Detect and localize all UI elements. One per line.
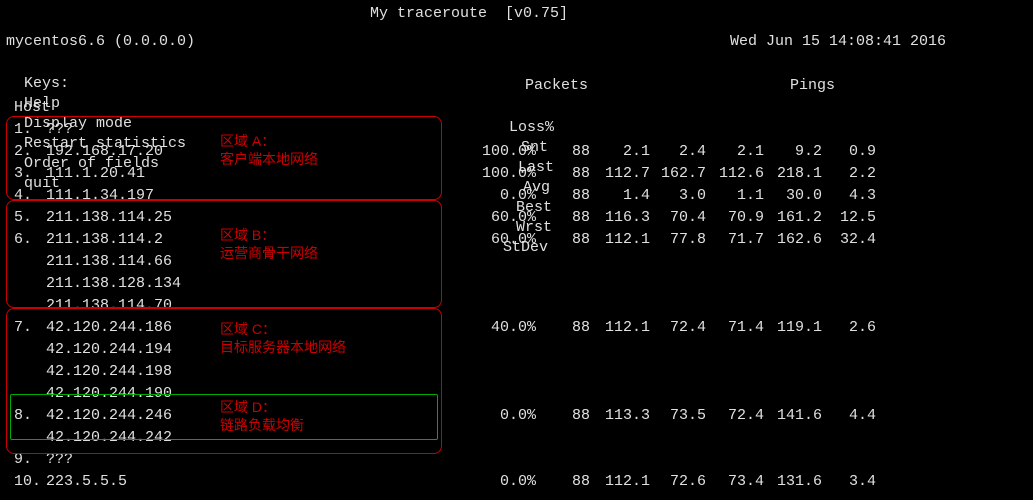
annot-a: 区域 A： 客户端本地网络 xyxy=(220,132,318,168)
section-packets: Packets xyxy=(525,76,588,96)
hop-ip: 42.120.244.242 xyxy=(46,428,172,448)
hop-stats: 0.0%881.43.01.130.04.3 xyxy=(476,186,876,206)
col-host: Host xyxy=(14,98,50,118)
annot-d: 区域 D： 链路负载均衡 xyxy=(220,398,304,434)
datetime: Wed Jun 15 14:08:41 2016 xyxy=(730,32,946,52)
col-loss: Loss% xyxy=(494,118,554,138)
annot-c: 区域 C： 目标服务器本地网络 xyxy=(220,320,346,356)
hop-ip: 42.120.244.246 xyxy=(46,406,172,426)
hop-number: 3. xyxy=(14,164,32,184)
hop-ip: 211.138.114.2 xyxy=(46,230,163,250)
hop-ip: 211.138.114.70 xyxy=(46,296,172,316)
hop-number: 6. xyxy=(14,230,32,250)
hop-number: 1. xyxy=(14,120,32,140)
hop-number: 4. xyxy=(14,186,32,206)
section-pings: Pings xyxy=(790,76,835,96)
hop-ip: 211.138.114.66 xyxy=(46,252,172,272)
app-title: My traceroute [v0.75] xyxy=(370,4,568,24)
hop-stats: 40.0%88112.172.471.4119.12.6 xyxy=(476,318,876,338)
hop-number: 7. xyxy=(14,318,32,338)
hop-ip: 42.120.244.198 xyxy=(46,362,172,382)
hop-stats: 100.0%88112.7162.7112.6218.12.2 xyxy=(476,164,876,184)
hop-stats: 0.0%88112.172.673.4131.63.4 xyxy=(476,472,876,492)
keys-label: Keys: xyxy=(24,75,69,92)
hop-ip: 42.120.244.194 xyxy=(46,340,172,360)
hop-ip: 211.138.114.25 xyxy=(46,208,172,228)
hop-ip: 42.120.244.190 xyxy=(46,384,172,404)
hop-ip: 111.1.34.197 xyxy=(46,186,154,206)
hop-ip: 211.138.128.134 xyxy=(46,274,181,294)
hop-number: 8. xyxy=(14,406,32,426)
hop-ip: ??? xyxy=(46,450,73,470)
hop-number: 5. xyxy=(14,208,32,228)
hop-stats: 60.0%88112.177.871.7162.632.4 xyxy=(476,230,876,250)
hop-stats: 60.0%88116.370.470.9161.212.5 xyxy=(476,208,876,228)
hop-ip: 223.5.5.5 xyxy=(46,472,127,492)
hop-ip: ??? xyxy=(46,120,73,140)
hop-ip: 111.1.20.41 xyxy=(46,164,145,184)
hop-number: 2. xyxy=(14,142,32,162)
hop-stats: 100.0%882.12.42.19.20.9 xyxy=(476,142,876,162)
hop-stats: 0.0%88113.373.572.4141.64.4 xyxy=(476,406,876,426)
hop-ip: 42.120.244.186 xyxy=(46,318,172,338)
host-line: mycentos6.6 (0.0.0.0) xyxy=(6,32,195,52)
hop-ip: 192.168.17.20 xyxy=(46,142,163,162)
hop-number: 9. xyxy=(14,450,32,470)
annot-b: 区域 B： 运营商骨干网络 xyxy=(220,226,318,262)
hop-number: 10. xyxy=(14,472,41,492)
